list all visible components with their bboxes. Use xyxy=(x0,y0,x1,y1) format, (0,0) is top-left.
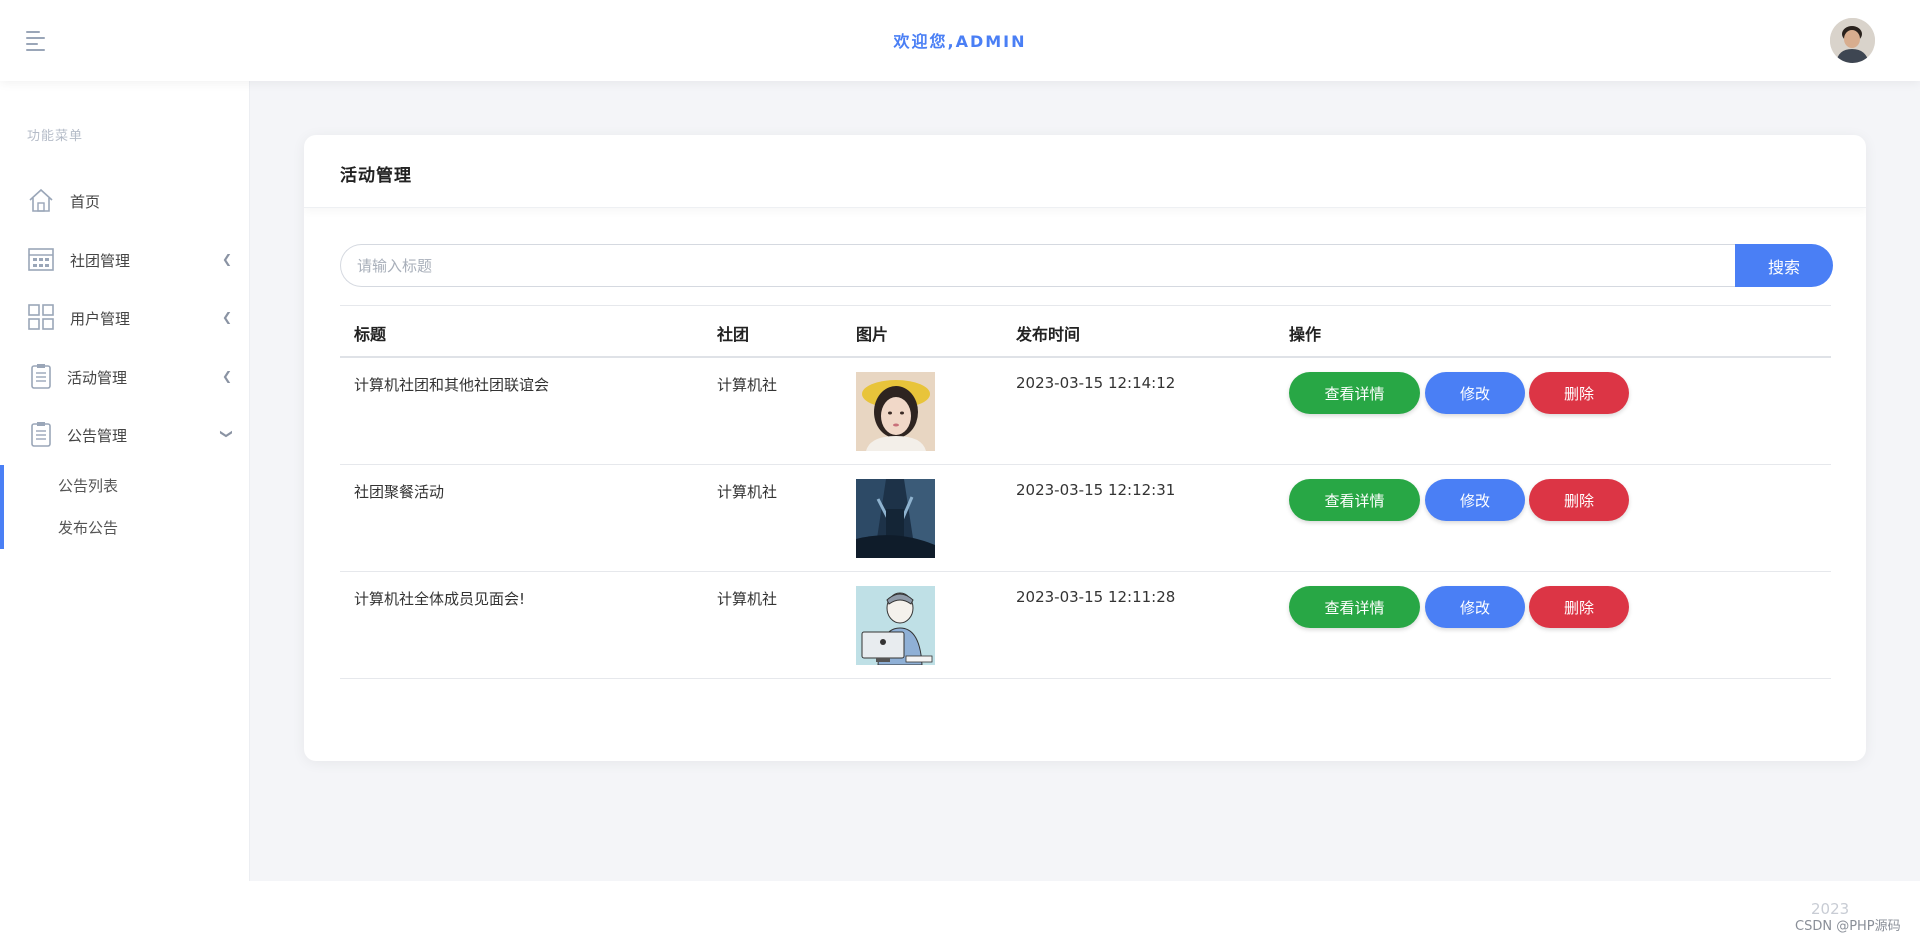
row-image xyxy=(856,586,935,665)
sidebar: 功能菜单 首页 社团管理 ❮ 用户管理 ❮ 活动管理 ❮ 公告管理 ❮ 公告列表… xyxy=(0,81,250,881)
menu-heading: 功能菜单 xyxy=(27,129,84,144)
column-header-image: 图片 xyxy=(856,325,889,344)
top-header: 欢迎您,ADMIN xyxy=(0,0,1920,81)
row-club: 计算机社 xyxy=(717,590,778,608)
watermark-text: CSDN @PHP源码 xyxy=(1795,919,1901,934)
edit-button[interactable]: 修改 xyxy=(1425,586,1525,628)
view-details-button[interactable]: 查看详情 xyxy=(1289,479,1420,521)
home-icon xyxy=(29,188,53,212)
footer: 2023 CSDN @PHP源码 xyxy=(0,881,1920,941)
delete-button[interactable]: 删除 xyxy=(1529,479,1629,521)
column-header-actions: 操作 xyxy=(1289,325,1322,344)
column-header-title: 标题 xyxy=(354,325,387,344)
search-bar: 搜索 xyxy=(340,244,1833,287)
column-header-time: 发布时间 xyxy=(1016,325,1081,344)
sidebar-item-activities[interactable]: 活动管理 ❮ xyxy=(0,352,250,400)
chevron-left-icon: ❮ xyxy=(222,252,233,266)
card-title: 活动管理 xyxy=(304,135,1866,208)
row-image xyxy=(856,479,935,558)
sidebar-subitem-announcement-list[interactable]: 公告列表 xyxy=(58,475,118,496)
sidebar-item-label: 用户管理 xyxy=(70,310,131,328)
row-time: 2023-03-15 12:12:31 xyxy=(1016,481,1176,499)
chevron-down-icon: ❮ xyxy=(218,428,233,440)
sidebar-item-clubs[interactable]: 社团管理 ❮ xyxy=(0,235,250,283)
clipboard-icon xyxy=(31,364,51,389)
row-title: 社团聚餐活动 xyxy=(354,483,445,501)
table-row: 计算机社全体成员见面会! 计算机社 2023-03-15 12:11:28 查看… xyxy=(340,572,1831,679)
sidebar-item-label: 社团管理 xyxy=(70,252,131,270)
edit-button[interactable]: 修改 xyxy=(1425,372,1525,414)
chevron-left-icon: ❮ xyxy=(222,369,233,383)
sidebar-item-label: 公告管理 xyxy=(67,427,128,445)
table-row: 计算机社团和其他社团联谊会 计算机社 2023-03-15 12:14:12 查… xyxy=(340,358,1831,465)
row-title: 计算机社全体成员见面会! xyxy=(354,590,526,608)
sidebar-item-label: 活动管理 xyxy=(67,369,128,387)
sidebar-item-announcements[interactable]: 公告管理 ❮ xyxy=(0,410,250,458)
search-button[interactable]: 搜索 xyxy=(1735,244,1833,287)
sidebar-item-users[interactable]: 用户管理 ❮ xyxy=(0,293,250,341)
welcome-text: 欢迎您,ADMIN xyxy=(893,32,1027,51)
row-time: 2023-03-15 12:11:28 xyxy=(1016,588,1176,606)
clipboard-icon xyxy=(31,422,51,447)
main-card: 活动管理 搜索 标题 社团 图片 发布时间 操作 计算机社团和其他社团联谊会 计… xyxy=(304,135,1866,761)
view-details-button[interactable]: 查看详情 xyxy=(1289,372,1420,414)
row-image xyxy=(856,372,935,451)
row-time: 2023-03-15 12:14:12 xyxy=(1016,374,1176,392)
column-header-club: 社团 xyxy=(717,325,750,344)
table-header: 标题 社团 图片 发布时间 操作 xyxy=(340,305,1831,358)
avatar[interactable] xyxy=(1830,18,1875,63)
row-club: 计算机社 xyxy=(717,483,778,501)
sidebar-item-label: 首页 xyxy=(70,193,101,211)
search-input[interactable] xyxy=(340,244,1735,287)
delete-button[interactable]: 删除 xyxy=(1529,372,1629,414)
sidebar-subitem-publish-announcement[interactable]: 发布公告 xyxy=(58,517,118,538)
edit-button[interactable]: 修改 xyxy=(1425,479,1525,521)
calendar-icon xyxy=(28,248,54,271)
chevron-left-icon: ❮ xyxy=(222,310,233,324)
delete-button[interactable]: 删除 xyxy=(1529,586,1629,628)
view-details-button[interactable]: 查看详情 xyxy=(1289,586,1420,628)
active-submenu-indicator xyxy=(0,465,4,549)
grid-icon xyxy=(28,304,54,330)
activities-table: 标题 社团 图片 发布时间 操作 计算机社团和其他社团联谊会 计算机社 2023… xyxy=(340,305,1831,679)
row-title: 计算机社团和其他社团联谊会 xyxy=(354,376,550,394)
row-club: 计算机社 xyxy=(717,376,778,394)
table-row: 社团聚餐活动 计算机社 2023-03-15 12:12:31 查看详情 修改 … xyxy=(340,465,1831,572)
sidebar-item-home[interactable]: 首页 xyxy=(0,176,250,224)
